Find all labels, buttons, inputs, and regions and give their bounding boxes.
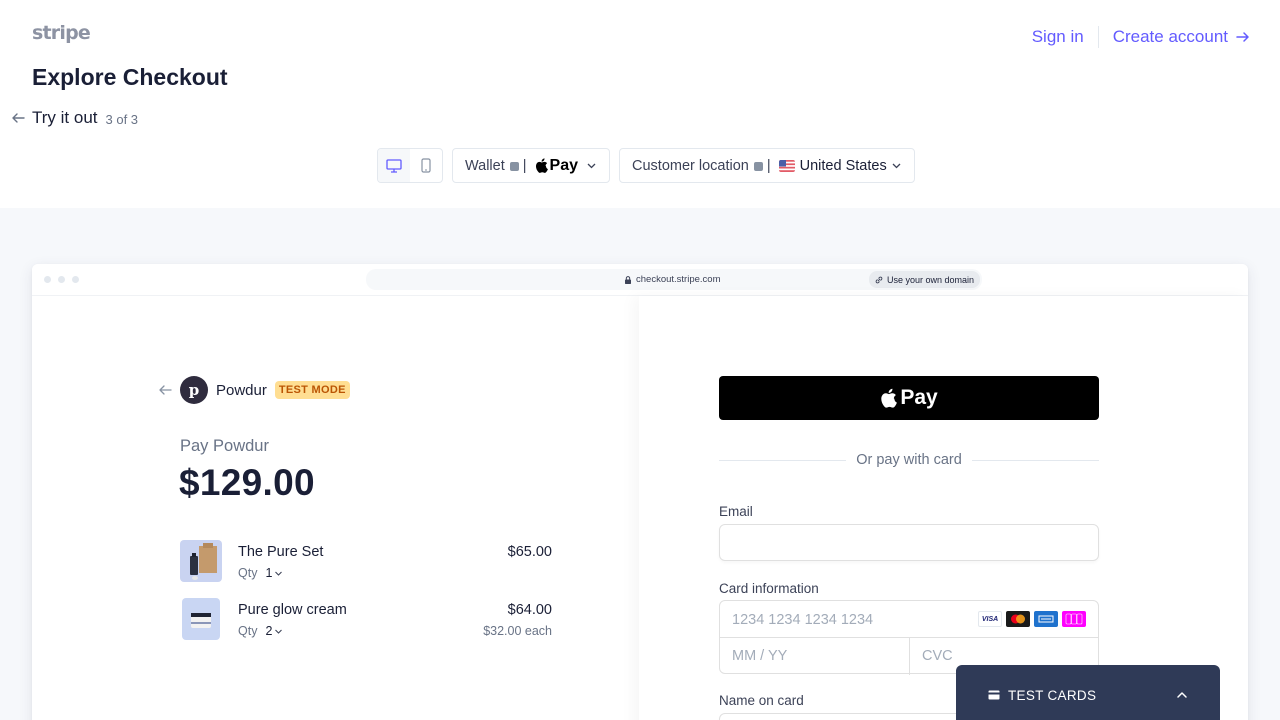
name-on-card-label: Name on card	[719, 693, 804, 708]
create-account-link[interactable]: Create account	[1113, 27, 1228, 47]
sign-in-link[interactable]: Sign in	[1032, 27, 1084, 47]
auth-links: Sign in Create account	[1032, 26, 1250, 48]
browser-chrome: checkout.stripe.com Use your own domain	[32, 264, 1248, 296]
merchant-logo: p	[180, 376, 208, 404]
email-field[interactable]	[719, 524, 1099, 561]
total-amount: $129.00	[179, 462, 315, 503]
use-own-domain-button[interactable]: Use your own domain	[868, 271, 980, 288]
demo-controls: Wallet | Pay Customer location | United …	[377, 148, 915, 183]
test-cards-label: TEST CARDS	[1008, 688, 1097, 703]
merchant-header: p Powdur TEST MODE	[158, 376, 350, 404]
apple-pay-mark: Pay	[535, 157, 578, 175]
item-unit-price: $32.00 each	[483, 624, 552, 638]
merchant-name: Powdur	[216, 381, 267, 399]
lock-icon	[625, 275, 631, 284]
divider-text: Or pay with card	[856, 452, 962, 468]
cvc-input[interactable]: CVC	[922, 648, 953, 664]
location-label: Customer location	[632, 157, 749, 174]
chevron-down-icon	[275, 571, 283, 576]
url-text: checkout.stripe.com	[624, 274, 720, 285]
line-item: Pure glow cream Qty 2 $64.00 $32.00 each	[180, 598, 552, 642]
quantity-selector[interactable]: Qty 2	[238, 624, 283, 638]
arrow-left-icon[interactable]	[10, 110, 26, 126]
link-icon	[875, 276, 883, 283]
step-counter: 3 of 3	[105, 112, 139, 127]
or-divider: Or pay with card	[719, 452, 1100, 468]
device-toggle	[377, 148, 443, 183]
card-field-divider	[909, 637, 910, 675]
mobile-view-button[interactable]	[410, 149, 442, 182]
window-dots	[44, 276, 86, 283]
desktop-view-button[interactable]	[378, 149, 410, 182]
select-separator: |	[766, 157, 771, 174]
item-name: The Pure Set	[238, 544, 324, 560]
visa-icon: VISA	[978, 611, 1002, 627]
quantity-selector[interactable]: Qty 1	[238, 566, 283, 580]
jcb-icon	[1062, 611, 1086, 627]
test-cards-panel[interactable]: TEST CARDS	[956, 665, 1220, 720]
browser-mockup: checkout.stripe.com Use your own domain …	[32, 264, 1248, 720]
mastercard-icon	[1006, 611, 1030, 627]
desktop-icon	[386, 158, 402, 173]
select-separator: |	[522, 157, 527, 174]
url-bar: checkout.stripe.com Use your own domain	[366, 269, 982, 290]
page-title: Explore Checkout	[32, 64, 228, 90]
auth-divider	[1097, 26, 1099, 48]
card-info-group: 1234 1234 1234 1234 VISA MM / YY CVC	[719, 600, 1099, 675]
chevron-down-icon	[275, 629, 283, 634]
amex-icon	[1034, 611, 1058, 627]
step-nav: Try it out 3 of 3	[10, 108, 138, 128]
location-value: United States	[799, 157, 887, 174]
credit-card-icon	[988, 690, 1000, 700]
card-number-input[interactable]: 1234 1234 1234 1234	[732, 612, 873, 628]
chevron-down-icon	[892, 163, 901, 169]
item-name: Pure glow cream	[238, 602, 347, 618]
order-summary: p Powdur TEST MODE Pay Powdur $129.00 Th…	[32, 296, 639, 720]
info-icon[interactable]	[753, 162, 763, 171]
wallet-label: Wallet	[465, 157, 505, 174]
apple-icon	[881, 388, 898, 408]
page-header: stripe Sign in Create account Explore Ch…	[0, 0, 1280, 208]
chevron-down-icon	[587, 163, 596, 169]
us-flag-icon	[778, 159, 795, 172]
test-mode-badge: TEST MODE	[274, 381, 350, 399]
apple-pay-button[interactable]: Pay	[719, 376, 1099, 420]
item-price: $64.00	[507, 602, 552, 618]
payment-form: Pay Or pay with card Email Card informat…	[639, 296, 1248, 720]
product-image	[180, 540, 222, 582]
pay-label: Pay Powdur	[180, 437, 269, 455]
mobile-icon	[421, 158, 431, 173]
step-title: Try it out	[32, 108, 98, 127]
apple-icon	[535, 158, 548, 173]
arrow-right-icon[interactable]	[1236, 30, 1250, 44]
chevron-up-icon[interactable]	[1176, 689, 1188, 701]
location-select[interactable]: Customer location | United States	[619, 148, 915, 183]
line-item: The Pure Set Qty 1 $65.00	[180, 540, 552, 584]
expiry-input[interactable]: MM / YY	[732, 648, 787, 664]
arrow-left-icon[interactable]	[158, 383, 172, 397]
card-info-label: Card information	[719, 581, 819, 596]
wallet-select[interactable]: Wallet | Pay	[452, 148, 610, 183]
product-image	[182, 598, 220, 640]
info-icon[interactable]	[509, 162, 519, 171]
item-price: $65.00	[507, 544, 552, 560]
card-brands: VISA	[974, 611, 1086, 627]
email-label: Email	[719, 504, 753, 519]
stripe-logo[interactable]: stripe	[32, 22, 91, 44]
